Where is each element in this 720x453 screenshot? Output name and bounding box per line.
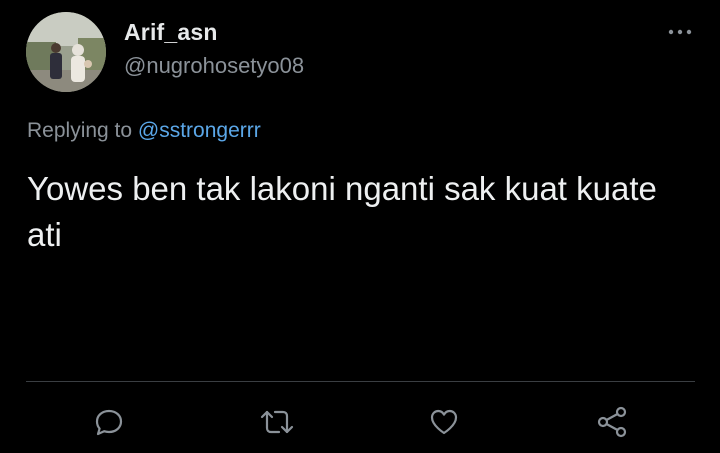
divider [26, 381, 695, 382]
avatar-photo [26, 12, 106, 92]
retweet-button[interactable] [259, 404, 295, 440]
heart-icon [430, 409, 458, 435]
tweet-card: Arif_asn @nugrohosetyo08 Replying to @ss… [0, 0, 720, 453]
replying-to-label: Replying to [27, 119, 133, 142]
more-options-button[interactable] [664, 20, 696, 44]
tweet-text: Yowes ben tak lakoni nganti sak kuat kua… [27, 170, 657, 253]
avatar[interactable] [26, 12, 106, 92]
retweet-icon [260, 410, 294, 434]
share-icon [597, 406, 627, 438]
reply-button[interactable] [91, 404, 127, 440]
share-button[interactable] [594, 404, 630, 440]
author-display-name[interactable]: Arif_asn [124, 19, 218, 46]
more-dots-icon [668, 29, 692, 35]
replying-to: Replying to @sstrongerrr [27, 119, 261, 143]
reply-mention-link[interactable]: @sstrongerrr [138, 119, 261, 142]
like-button[interactable] [426, 404, 462, 440]
author-handle[interactable]: @nugrohosetyo08 [124, 53, 304, 79]
reply-bubble-icon [95, 409, 123, 436]
